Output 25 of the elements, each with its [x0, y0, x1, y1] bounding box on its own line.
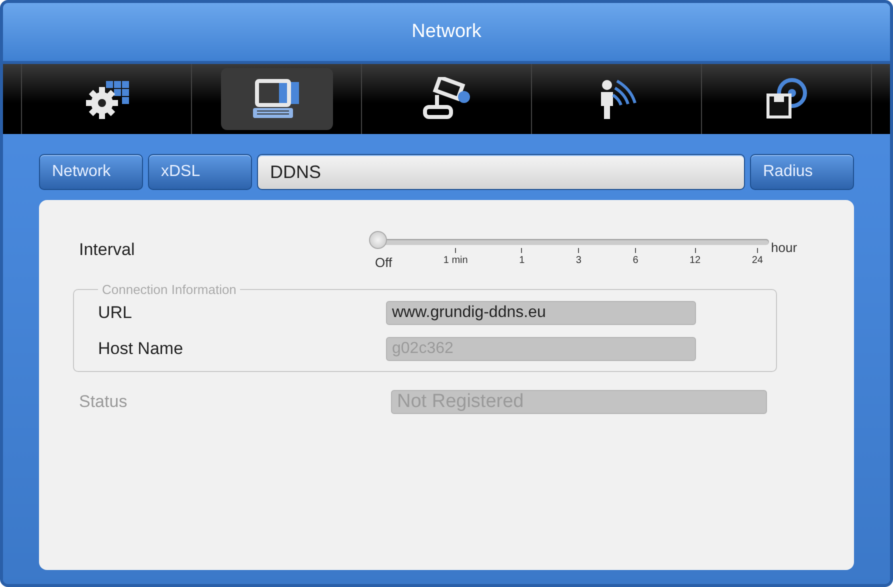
- tick-label: 12: [690, 255, 701, 266]
- status-label: Status: [79, 392, 128, 412]
- gear-icon: [84, 79, 130, 119]
- interval-label: Interval: [79, 240, 136, 260]
- tick-label: Off: [375, 255, 392, 270]
- tick-label: 1 min: [443, 255, 468, 266]
- tab[interactable]: Radius: [750, 154, 854, 190]
- disk-icon: [764, 77, 810, 121]
- unit-label: hour: [771, 240, 798, 255]
- interval-slider[interactable]: Off 1 min 1 3 6 12 24: [369, 230, 769, 270]
- field-label: URL: [98, 303, 134, 323]
- field-label: Host Name: [98, 339, 184, 359]
- tab[interactable]: DDNS: [257, 154, 745, 190]
- tab[interactable]: xDSL: [148, 154, 252, 190]
- tick-label: 24: [752, 255, 763, 266]
- tick-label: 6: [632, 255, 638, 266]
- window-title: Network: [3, 3, 890, 64]
- input-field[interactable]: www.grundig-ddns.eu: [386, 301, 696, 325]
- tab[interactable]: Network: [39, 154, 143, 190]
- camera-joystick-icon: [420, 77, 472, 121]
- group-title: Connection Information: [101, 282, 238, 297]
- category-tab[interactable]: [220, 68, 332, 130]
- tick-label: 1: [519, 255, 525, 266]
- slider-thumb[interactable]: [369, 231, 387, 249]
- tick-label: 3: [576, 255, 582, 266]
